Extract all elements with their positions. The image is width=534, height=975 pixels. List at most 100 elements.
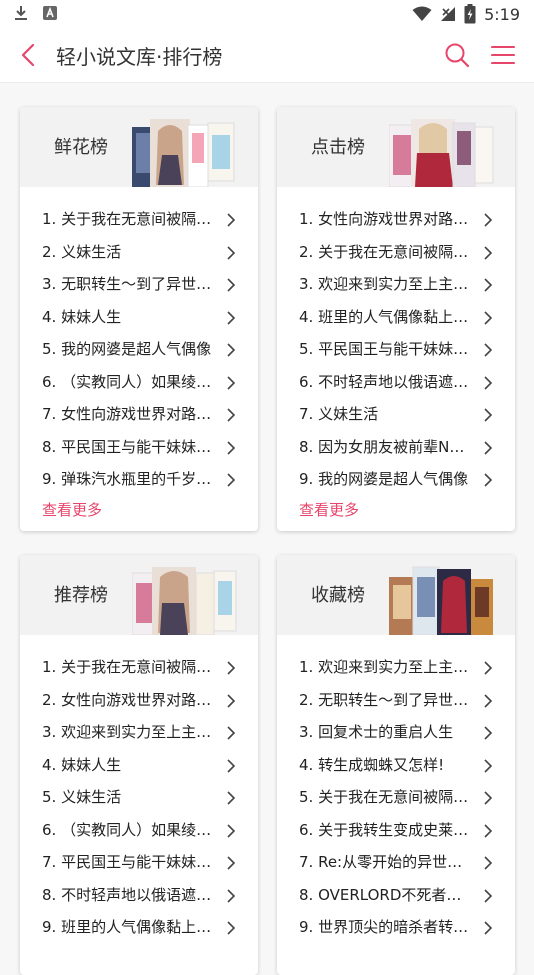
- item-title: 1. 女性向游戏世界对路人角色很不友好: [299, 210, 471, 228]
- item-title: 9. 我的网婆是超人气偶像: [299, 470, 469, 488]
- list-item[interactable]: 7. 平民国王与能干妹妹的国家改革: [20, 846, 258, 879]
- ranking-card-favorites: 收藏榜 1. 欢迎来到实力至上主义的教室 2. 无职转生～到了异世界就拿出真本事…: [277, 555, 515, 975]
- list-item[interactable]: 8. 不时轻声地以俄语遮羞的邻座艾莉同学: [20, 879, 258, 912]
- item-title: 1. 关于我在无意间被隔壁的天使变成废柴这件事: [42, 658, 214, 676]
- card-header[interactable]: 鲜花榜: [20, 107, 258, 187]
- chevron-right-icon: [484, 823, 493, 838]
- list-item[interactable]: 4. 转生成蜘蛛又怎样!: [277, 749, 515, 782]
- list-item[interactable]: 5. 关于我在无意间被隔壁的天使变成废柴这件事: [277, 781, 515, 814]
- item-title: 4. 妹妹人生: [42, 307, 122, 326]
- list-item[interactable]: 4. 班里的人气偶像黏上了我: [277, 301, 515, 334]
- chevron-right-icon: [484, 856, 493, 870]
- list-item[interactable]: 2. 关于我在无意间被隔壁的天使变成废柴这件事: [277, 236, 515, 269]
- ranking-card-clicks: 点击榜 1. 女性向游戏世界对路人角色很不友好 2. 关于我在无意间被隔壁的天使…: [277, 107, 515, 531]
- download-icon: [15, 6, 27, 20]
- item-title: 6. （实教同人）如果绫小路是女生的话: [42, 372, 214, 391]
- app-notification-icon: [43, 6, 57, 20]
- item-title: 2. 无职转生～到了异世界就拿出真本事～: [299, 690, 471, 709]
- see-more-link[interactable]: 查看更多: [299, 499, 359, 520]
- list-item[interactable]: 3. 欢迎来到实力至上主义的教室: [20, 716, 258, 749]
- ranking-card-flowers: 鲜花榜 1. 关于我在无意间被隔壁的天使变成废柴这件事 2. 义妹生活 3. 无…: [20, 107, 258, 531]
- item-title: 5. 义妹生活: [42, 788, 122, 806]
- chevron-right-icon: [227, 791, 236, 805]
- list-item[interactable]: 1. 女性向游戏世界对路人角色很不友好: [277, 203, 515, 236]
- status-bar: 5:19: [0, 0, 534, 28]
- list-item[interactable]: 9. 我的网婆是超人气偶像: [277, 463, 515, 496]
- status-time: 5:19: [484, 4, 520, 24]
- chevron-right-icon: [227, 473, 236, 487]
- list-item[interactable]: 8. OVERLORD不死者之王: [277, 879, 515, 912]
- back-arrow-icon[interactable]: [16, 40, 42, 70]
- list-item[interactable]: 7. 女性向游戏世界对路人角色很不友好: [20, 398, 258, 431]
- item-title: 8. 平民国王与能干妹妹的国家改革: [42, 437, 214, 456]
- item-title: 1. 关于我在无意间被隔壁的天使变成废柴这件事: [42, 210, 214, 228]
- list-item[interactable]: 5. 义妹生活: [20, 781, 258, 814]
- search-icon[interactable]: [444, 42, 470, 68]
- menu-icon[interactable]: [490, 43, 516, 67]
- list-item[interactable]: 1. 关于我在无意间被隔壁的天使变成废柴这件事: [20, 651, 258, 684]
- no-signal-icon: [441, 7, 456, 21]
- page-title: 轻小说文库·排行榜: [56, 45, 223, 69]
- list-item[interactable]: 8. 因为女朋友被前辈NTR了: [277, 431, 515, 464]
- list-item[interactable]: 3. 无职转生～到了异世界就拿出真本事～: [20, 268, 258, 301]
- list-item[interactable]: 6. 关于我转生变成史莱姆这档事: [277, 814, 515, 847]
- chevron-right-icon: [227, 408, 236, 422]
- card-header[interactable]: 点击榜: [277, 107, 515, 187]
- list-item[interactable]: 4. 妹妹人生: [20, 749, 258, 782]
- item-title: 6. （实教同人）如果绫小路是女生的话: [42, 820, 214, 839]
- list-item[interactable]: 5. 我的网婆是超人气偶像: [20, 333, 258, 366]
- chevron-right-icon: [227, 213, 236, 227]
- chevron-right-icon: [484, 440, 493, 455]
- chevron-right-icon: [484, 278, 493, 292]
- item-title: 2. 义妹生活: [42, 242, 122, 261]
- item-title: 6. 不时轻声地以俄语遮羞的邻座艾莉同学: [299, 372, 471, 391]
- chevron-right-icon: [484, 473, 493, 487]
- chevron-right-icon: [484, 888, 493, 903]
- item-title: 8. 因为女朋友被前辈NTR了: [299, 437, 471, 456]
- chevron-right-icon: [227, 375, 236, 390]
- list-item[interactable]: 3. 欢迎来到实力至上主义的教室: [277, 268, 515, 301]
- list-item[interactable]: 2. 无职转生～到了异世界就拿出真本事～: [277, 684, 515, 717]
- list-item[interactable]: 6. 不时轻声地以俄语遮羞的邻座艾莉同学: [277, 366, 515, 399]
- item-title: 8. OVERLORD不死者之王: [299, 885, 471, 904]
- chevron-right-icon: [484, 343, 493, 357]
- card-title: 点击榜: [311, 137, 365, 158]
- card-header[interactable]: 收藏榜: [277, 555, 515, 635]
- item-title: 7. Re:从零开始的异世界生活: [299, 853, 471, 871]
- list-item[interactable]: 5. 平民国王与能干妹妹的国家改革: [277, 333, 515, 366]
- card-title: 收藏榜: [311, 585, 365, 606]
- list-item[interactable]: 7. 义妹生活: [277, 398, 515, 431]
- item-title: 4. 转生成蜘蛛又怎样!: [299, 755, 445, 774]
- chevron-right-icon: [484, 375, 493, 390]
- list-item[interactable]: 8. 平民国王与能干妹妹的国家改革: [20, 431, 258, 464]
- item-title: 2. 关于我在无意间被隔壁的天使变成废柴这件事: [299, 242, 471, 261]
- list-item[interactable]: 2. 女性向游戏世界对路人角色很不友好: [20, 684, 258, 717]
- list-item[interactable]: 7. Re:从零开始的异世界生活: [277, 846, 515, 879]
- book-covers-image: [389, 119, 494, 187]
- list-item[interactable]: 4. 妹妹人生: [20, 301, 258, 334]
- chevron-right-icon: [227, 661, 236, 675]
- list-item[interactable]: 1. 关于我在无意间被隔壁的天使变成废柴这件事: [20, 203, 258, 236]
- list-item[interactable]: 6. （实教同人）如果绫小路是女生的话: [20, 366, 258, 399]
- item-title: 3. 无职转生～到了异世界就拿出真本事～: [42, 275, 214, 293]
- chevron-right-icon: [227, 856, 236, 870]
- ranking-list: 1. 女性向游戏世界对路人角色很不友好 2. 关于我在无意间被隔壁的天使变成废柴…: [277, 187, 515, 496]
- list-item[interactable]: 9. 弹珠汽水瓶里的千岁同学: [20, 463, 258, 496]
- item-title: 8. 不时轻声地以俄语遮羞的邻座艾莉同学: [42, 885, 214, 904]
- list-item[interactable]: 3. 回复术士的重启人生: [277, 716, 515, 749]
- list-item[interactable]: 9. 世界顶尖的暗杀者转生为异世界贵族: [277, 911, 515, 944]
- list-item[interactable]: 9. 班里的人气偶像黏上了我: [20, 911, 258, 944]
- chevron-right-icon: [227, 310, 236, 325]
- chevron-right-icon: [227, 440, 236, 455]
- card-header[interactable]: 推荐榜: [20, 555, 258, 635]
- book-covers-image: [389, 566, 493, 635]
- chevron-right-icon: [227, 343, 236, 357]
- see-more-link[interactable]: 查看更多: [42, 499, 102, 520]
- list-item[interactable]: 1. 欢迎来到实力至上主义的教室: [277, 651, 515, 684]
- wifi-icon: [412, 6, 432, 21]
- card-title: 推荐榜: [54, 585, 108, 606]
- chevron-right-icon: [227, 758, 236, 773]
- list-item[interactable]: 6. （实教同人）如果绫小路是女生的话: [20, 814, 258, 847]
- chevron-right-icon: [227, 726, 236, 740]
- list-item[interactable]: 2. 义妹生活: [20, 236, 258, 269]
